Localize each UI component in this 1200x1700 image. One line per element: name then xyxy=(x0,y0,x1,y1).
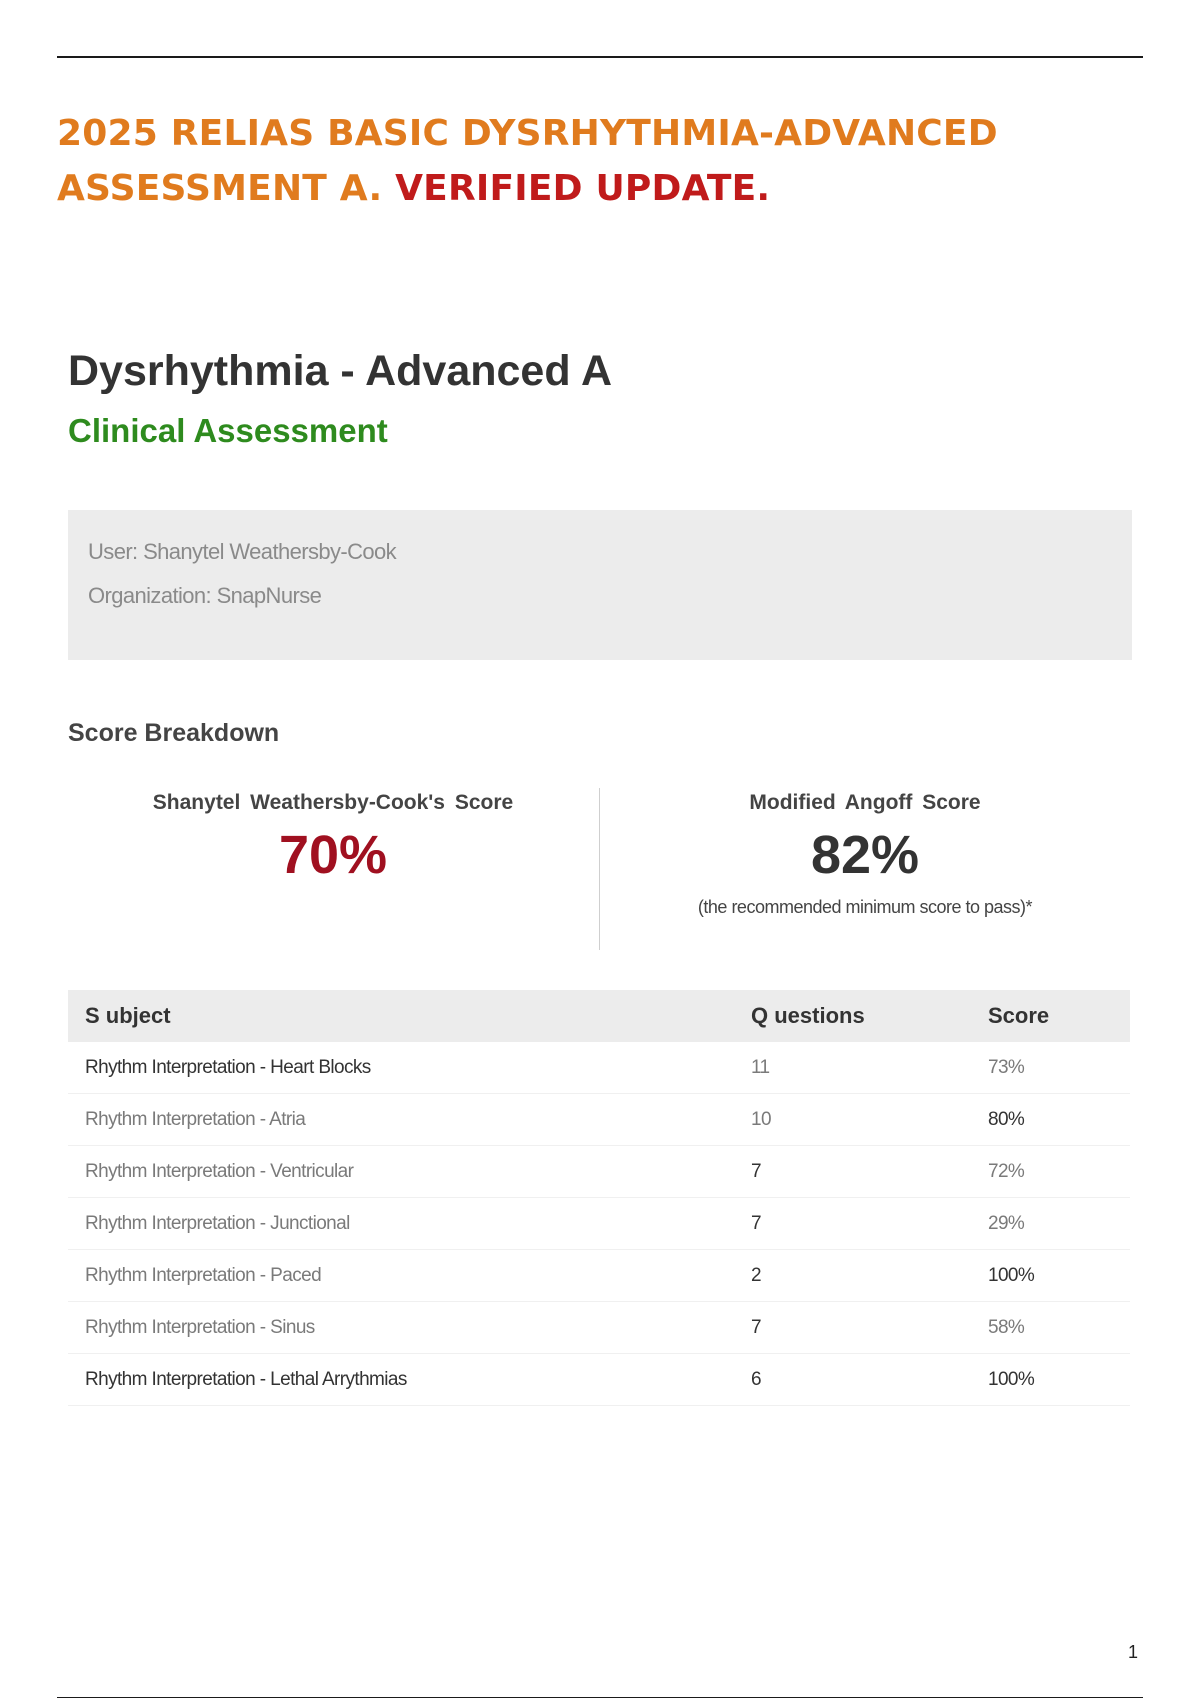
questions-cell: 7 xyxy=(734,1197,971,1250)
score-cell: 100% xyxy=(971,1353,1130,1406)
table-header-row: S ubject Q uestions Score xyxy=(68,990,1130,1042)
angoff-score-panel: Modified Angoff Score 82% (the recommend… xyxy=(600,788,1130,920)
page-number: 1 xyxy=(1128,1642,1139,1662)
score-breakdown-heading: Score Breakdown xyxy=(68,719,280,747)
user-score-label: Shanytel Weathersby-Cook's Score xyxy=(152,791,514,814)
subject-cell: Rhythm Interpretation - Atria xyxy=(68,1093,734,1146)
questions-cell: 6 xyxy=(734,1353,971,1406)
angoff-score-value: 82% xyxy=(810,825,920,885)
table-row: Rhythm Interpretation - Sinus 7 58% xyxy=(68,1301,1130,1354)
table-row: Rhythm Interpretation - Junctional 7 29% xyxy=(68,1197,1130,1250)
score-cell: 80% xyxy=(971,1093,1130,1146)
questions-cell: 7 xyxy=(734,1145,971,1198)
score-cell: 73% xyxy=(971,1042,1130,1094)
subject-column-header: S ubject xyxy=(68,990,734,1042)
questions-cell: 10 xyxy=(734,1093,971,1146)
questions-cell: 11 xyxy=(734,1042,971,1094)
score-cell: 72% xyxy=(971,1145,1130,1198)
score-cell: 58% xyxy=(971,1301,1130,1354)
subject-cell: Rhythm Interpretation - Ventricular xyxy=(68,1145,734,1198)
organization-line: Organization: SnapNurse xyxy=(88,583,322,608)
user-score-panel: Shanytel Weathersby-Cook's Score 70% xyxy=(68,788,598,890)
user-info-box: User: Shanytel Weathersby-Cook Organizat… xyxy=(68,510,1132,660)
table-row: Rhythm Interpretation - Atria 10 80% xyxy=(68,1093,1130,1146)
bottom-rule xyxy=(57,1697,1143,1698)
questions-column-header: Q uestions xyxy=(734,990,971,1042)
user-score-value: 70% xyxy=(278,825,388,885)
table-row: Rhythm Interpretation - Paced 2 100% xyxy=(68,1249,1130,1302)
table-row: Rhythm Interpretation - Heart Blocks 11 … xyxy=(68,1042,1130,1094)
table-row: Rhythm Interpretation - Lethal Arrythmia… xyxy=(68,1353,1130,1406)
subject-score-table: S ubject Q uestions Score Rhythm Interpr… xyxy=(68,990,1130,1406)
angoff-score-label: Modified Angoff Score xyxy=(749,791,981,814)
score-column-header: Score xyxy=(971,990,1130,1042)
angoff-score-note: (the recommended minimum score to pass)* xyxy=(697,897,1033,917)
score-cell: 29% xyxy=(971,1197,1130,1250)
assessment-subtitle: Clinical Assessment xyxy=(68,412,388,449)
table-row: Rhythm Interpretation - Ventricular 7 72… xyxy=(68,1145,1130,1198)
score-cell: 100% xyxy=(971,1249,1130,1302)
subject-cell: Rhythm Interpretation - Paced xyxy=(68,1249,734,1302)
subject-cell: Rhythm Interpretation - Lethal Arrythmia… xyxy=(68,1353,734,1406)
questions-cell: 7 xyxy=(734,1301,971,1354)
document-title: 2025 RELIAS BASIC DYSRHYTHMIA-ADVANCED A… xyxy=(57,106,1057,216)
subject-cell: Rhythm Interpretation - Sinus xyxy=(68,1301,734,1354)
user-line: User: Shanytel Weathersby-Cook xyxy=(88,539,397,564)
subject-cell: Rhythm Interpretation - Junctional xyxy=(68,1197,734,1250)
assessment-title: Dysrhythmia - Advanced A xyxy=(68,347,613,395)
subject-cell: Rhythm Interpretation - Heart Blocks xyxy=(68,1042,734,1094)
top-rule xyxy=(57,56,1143,58)
document-title-update: VERIFIED UPDATE. xyxy=(395,168,771,209)
questions-cell: 2 xyxy=(734,1249,971,1302)
